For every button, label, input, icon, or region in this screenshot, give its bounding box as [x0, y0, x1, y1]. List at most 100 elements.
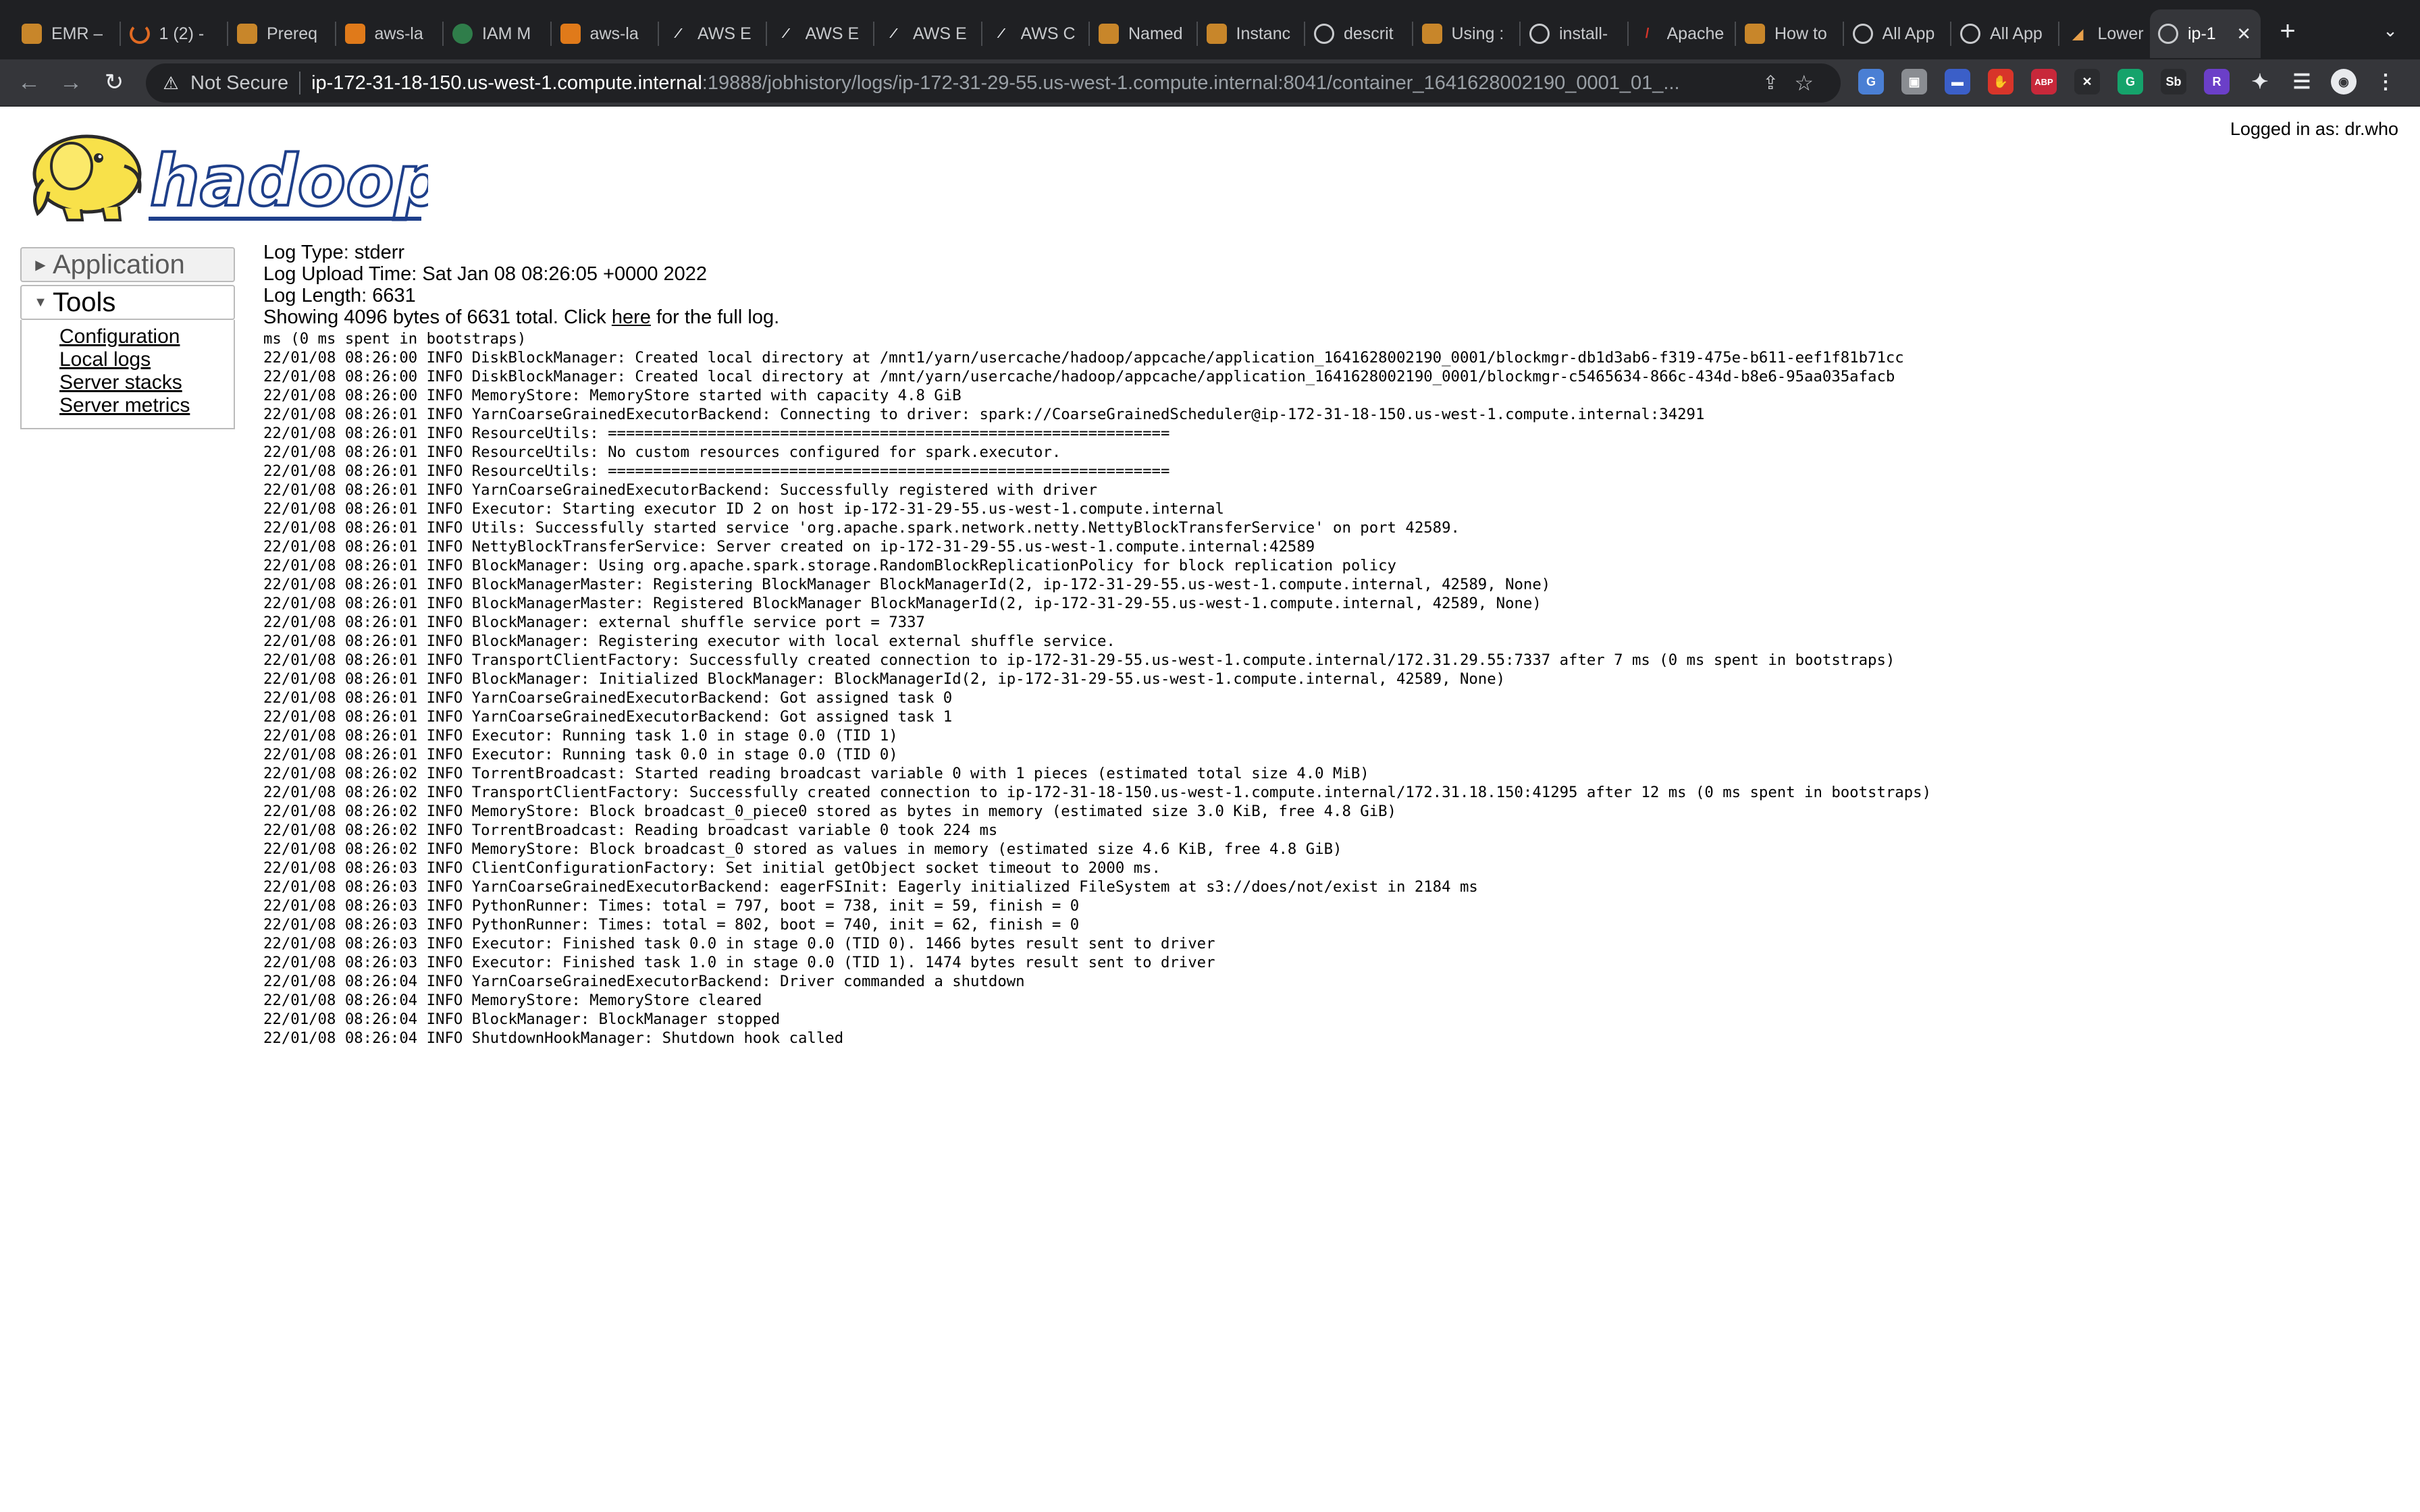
browser-tab[interactable]: EMR – — [14, 9, 119, 58]
browser-tab[interactable]: ◢ Lower — [2060, 9, 2165, 58]
tools-links: Configuration Local logs Server stacks S… — [20, 320, 235, 429]
screenshot-extension-icon[interactable]: ▣ — [1901, 69, 1927, 94]
address-bar[interactable]: ⚠ Not Secure ip-172-31-18-150.us-west-1.… — [146, 63, 1841, 103]
browser-tab[interactable]: descrit — [1306, 9, 1411, 58]
tab-separator — [119, 22, 121, 46]
security-label[interactable]: Not Secure — [190, 72, 288, 94]
browser-tab[interactable]: Using : — [1414, 9, 1519, 58]
tab-title: aws-la — [374, 24, 423, 43]
full-log-link[interactable]: here — [612, 306, 651, 328]
log-line: 22/01/08 08:26:01 INFO YarnCoarseGrained… — [263, 481, 1097, 499]
log-line: 22/01/08 08:26:01 INFO BlockManagerMaste… — [263, 595, 1542, 612]
tab-separator — [873, 22, 874, 46]
log-line: 22/01/08 08:26:01 INFO Executor: Running… — [263, 746, 898, 763]
browser-tab[interactable]: All App — [1845, 9, 1950, 58]
log-line: 22/01/08 08:26:01 INFO BlockManager: Ini… — [263, 670, 1506, 688]
tab-search-chevron-icon[interactable]: ⌄ — [2377, 20, 2404, 47]
close-tab-icon[interactable]: ✕ — [2236, 24, 2251, 45]
tab-separator — [1519, 22, 1521, 46]
tab-title: Prereq — [267, 24, 318, 43]
server-stacks-link[interactable]: Server stacks — [59, 371, 234, 394]
hadoop-wordmark: hadoop — [150, 140, 428, 222]
grammarly-extension-icon[interactable]: G — [2118, 69, 2143, 94]
sb-extension-icon[interactable]: Sb — [2161, 69, 2186, 94]
browser-tab[interactable]: Named — [1090, 9, 1196, 58]
nav-section-application[interactable]: ▶ Application — [20, 247, 235, 282]
browser-tab[interactable]: ⁄ AWS C — [983, 9, 1088, 58]
log-line: 22/01/08 08:26:00 INFO DiskBlockManager:… — [263, 349, 1904, 367]
aws-icon: ⁄ — [892, 26, 895, 41]
bookmark-star-icon[interactable]: ☆ — [1794, 70, 1814, 96]
menu-kebab-icon[interactable]: ⋮ — [2373, 69, 2398, 94]
tab-title: descrit — [1344, 24, 1394, 43]
nav-section-label: Application — [53, 249, 185, 279]
showing-prefix: Showing 4096 bytes of 6631 total. Click — [263, 306, 612, 328]
back-arrow-icon[interactable]: ← — [15, 69, 43, 97]
reading-list-icon[interactable]: ☰ — [2289, 69, 2315, 94]
browser-tab[interactable]: All App — [1952, 9, 2057, 58]
log-line: 22/01/08 08:26:01 INFO ResourceUtils: No… — [263, 443, 1061, 461]
showing-suffix: for the full log. — [650, 306, 780, 328]
tab-separator — [550, 22, 552, 46]
nav-section-label: Tools — [53, 287, 116, 317]
log-line: 22/01/08 08:26:04 INFO MemoryStore: Memo… — [263, 992, 762, 1009]
calendar-extension-icon[interactable]: ▬ — [1945, 69, 1970, 94]
log-line: 22/01/08 08:26:02 INFO MemoryStore: Bloc… — [263, 803, 1396, 820]
browser-tab[interactable]: ⁄ AWS E — [875, 9, 980, 58]
browser-tab[interactable]: Instanc — [1199, 9, 1304, 58]
browser-tab[interactable]: IAM M — [444, 9, 550, 58]
url-host: ip-172-31-18-150.us-west-1.compute.inter… — [311, 72, 702, 94]
log-line: 22/01/08 08:26:01 INFO ResourceUtils: ==… — [263, 462, 1170, 480]
tab-title: AWS E — [698, 24, 752, 43]
browser-tab[interactable]: Prereq — [229, 9, 334, 58]
tab-title: IAM M — [482, 24, 531, 43]
log-header: Log Type: stderr Log Upload Time: Sat Ja… — [263, 242, 779, 328]
adblock-extension-icon[interactable]: ABP — [2031, 69, 2057, 94]
browser-tab[interactable]: install- — [1521, 9, 1627, 58]
tab-title: Instanc — [1236, 24, 1291, 43]
log-line: 22/01/08 08:26:03 INFO ClientConfigurati… — [263, 859, 1161, 877]
x-extension-icon[interactable]: ✕ — [2074, 69, 2100, 94]
tab-separator — [227, 22, 228, 46]
r-extension-icon[interactable]: R — [2204, 69, 2230, 94]
browser-tab[interactable]: ⁄ AWS E — [768, 9, 873, 58]
local-logs-link[interactable]: Local logs — [59, 348, 234, 371]
puzzle-extension-icon[interactable]: ✦ — [2247, 69, 2273, 94]
aws-icon: ⁄ — [677, 26, 679, 41]
browser-tab[interactable]: aws-la — [552, 9, 658, 58]
chart-icon: ◢ — [2072, 26, 2084, 42]
browser-tab[interactable]: / Apache — [1629, 9, 1735, 58]
browser-tab[interactable]: How to — [1737, 9, 1842, 58]
spinner-icon — [129, 24, 150, 44]
browser-tab[interactable]: ⁄ AWS E — [660, 9, 765, 58]
tab-separator — [1842, 22, 1844, 46]
server-metrics-link[interactable]: Server metrics — [59, 394, 234, 417]
tab-title: Apache — [1666, 24, 1725, 43]
stop-extension-icon[interactable]: ✋ — [1988, 69, 2014, 94]
log-line: 22/01/08 08:26:02 INFO MemoryStore: Bloc… — [263, 840, 1342, 858]
log-line: 22/01/08 08:26:03 INFO Executor: Finishe… — [263, 954, 1215, 971]
profile-avatar[interactable]: ◉ — [2331, 69, 2357, 94]
tab-separator — [1196, 22, 1198, 46]
share-icon[interactable]: ⇪ — [1763, 72, 1779, 94]
nav-section-tools[interactable]: ▼ Tools — [20, 285, 235, 320]
log-line: ms (0 ms spent in bootstraps) — [263, 330, 527, 348]
reload-icon[interactable]: ↻ — [100, 69, 128, 97]
new-tab-button[interactable]: + — [2273, 18, 2303, 47]
box-icon — [1206, 24, 1227, 44]
tab-separator — [1735, 22, 1736, 46]
browser-tab[interactable]: aws-la — [337, 9, 442, 58]
translate-extension-icon[interactable]: G — [1858, 69, 1884, 94]
aws-icon: ⁄ — [784, 26, 787, 41]
configuration-link[interactable]: Configuration — [59, 325, 234, 348]
log-line: 22/01/08 08:26:00 INFO MemoryStore: Memo… — [263, 387, 962, 404]
log-line: 22/01/08 08:26:02 INFO TorrentBroadcast:… — [263, 821, 998, 839]
browser-tab-active[interactable]: ip-1 ✕ — [2150, 9, 2261, 58]
tab-separator — [658, 22, 659, 46]
forward-arrow-icon[interactable]: → — [57, 69, 85, 97]
browser-tab[interactable]: 1 (2) - — [122, 9, 227, 58]
tab-title: ip-1 — [2188, 24, 2216, 43]
aws-icon: ⁄ — [999, 26, 1003, 41]
tab-title: aws-la — [589, 24, 639, 43]
log-line: 22/01/08 08:26:01 INFO BlockManager: Reg… — [263, 632, 1115, 650]
